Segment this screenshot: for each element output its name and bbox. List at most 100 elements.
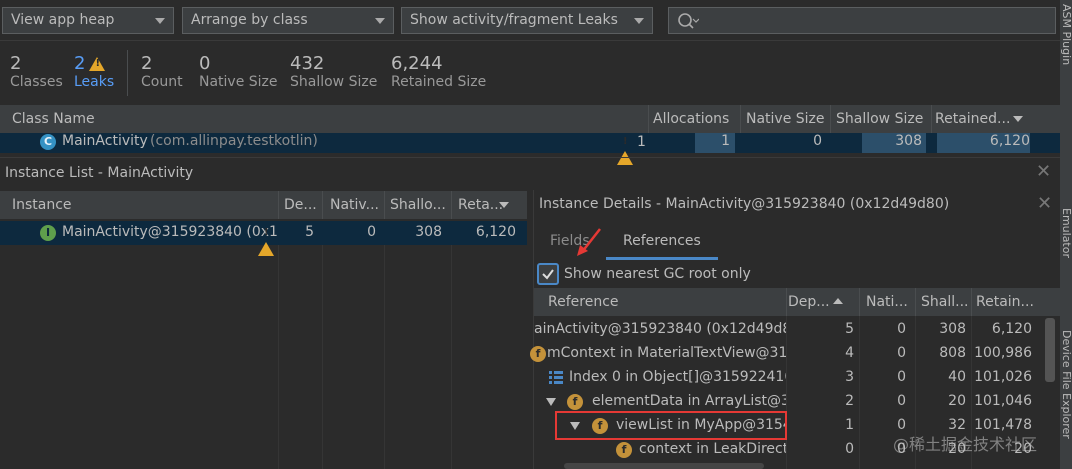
gc-root-label: Show nearest GC root only: [564, 266, 751, 282]
watermark: @稀土掘金技术社区: [893, 435, 1038, 454]
depth-value: 4: [845, 345, 854, 361]
filter-select[interactable]: Show activity/fragment Leaks: [401, 7, 653, 34]
stat-native-size: 0 Native Size: [199, 53, 278, 90]
vertical-scrollbar[interactable]: [1045, 318, 1055, 382]
stat-label: Native Size: [199, 74, 278, 90]
chevron-down-icon: [155, 18, 165, 24]
shallow-value: 20: [948, 393, 966, 409]
instance-table-header: Instance De... Nativ... Shallo... Reta..…: [0, 191, 527, 219]
col-reference[interactable]: Reference: [548, 294, 619, 310]
reference-text: elementData in ArrayList@31: [592, 393, 786, 409]
chevron-down-icon: [375, 18, 385, 24]
emulator-tab[interactable]: Emulator: [1060, 208, 1072, 258]
stat-leaks[interactable]: 2 Leaks: [74, 53, 114, 90]
col-retained[interactable]: Reta...: [458, 197, 503, 213]
depth-value: 3: [845, 369, 854, 385]
reference-text: context in LeakDirecto: [639, 441, 786, 457]
native-value: 0: [897, 369, 906, 385]
arrange-select[interactable]: Arrange by class: [182, 7, 394, 34]
tab-references[interactable]: References: [623, 233, 701, 249]
arrange-select-value: Arrange by class: [191, 12, 308, 28]
search-input[interactable]: [668, 7, 1056, 34]
sort-desc-icon: [1013, 116, 1023, 122]
close-icon[interactable]: ✕: [1037, 193, 1052, 214]
reference-row[interactable]: f mContext in MaterialTextView@315 4 0 8…: [530, 342, 1044, 366]
stat-label: Classes: [10, 74, 63, 90]
native-size-value: 0: [813, 133, 822, 149]
stat-label: Retained Size: [391, 74, 487, 90]
search-icon: [678, 13, 699, 29]
shallow-size-value: 308: [895, 133, 922, 149]
shallow-value: 808: [939, 345, 966, 361]
stat-value: 0: [199, 53, 211, 74]
field-icon: f: [530, 346, 546, 362]
warning-icon: [89, 56, 106, 71]
stat-value: 2: [74, 53, 86, 74]
col-retained-size[interactable]: Retained...: [935, 111, 1010, 127]
warning-icon: [258, 226, 274, 256]
reference-row[interactable]: Index 0 in Object[]@315922416 ( 3 0 40 1…: [534, 366, 1044, 390]
reference-row[interactable]: ainActivity@315923840 (0x12d49d80) 5 0 3…: [534, 318, 1044, 342]
heap-select[interactable]: View app heap: [2, 7, 174, 34]
stat-label: Shallow Size: [290, 74, 378, 90]
stat-retained-size: 6,244 Retained Size: [391, 53, 486, 90]
class-icon: C: [40, 134, 56, 150]
heap-select-value: View app heap: [11, 12, 115, 28]
sort-desc-icon: [499, 202, 509, 208]
gc-root-checkbox[interactable]: [537, 263, 559, 285]
horizontal-scrollbar[interactable]: [564, 463, 764, 469]
retained-size-value: 6,120: [989, 133, 1030, 149]
reference-text: Index 0 in Object[]@315922416 (: [569, 369, 786, 385]
instance-name: MainActivity@315923840 (0x12: [62, 224, 278, 240]
filter-select-value: Show activity/fragment Leaks: [410, 12, 618, 28]
stat-count: 2 Count: [141, 53, 183, 90]
side-tool-strip: ASM Plugin Emulator Device File Explorer: [1060, 0, 1072, 469]
class-table-row[interactable]: C MainActivity (com.allinpay.testkotlin)…: [0, 133, 1060, 165]
highlight-box: [555, 411, 787, 440]
col-class-name[interactable]: Class Name: [12, 111, 95, 127]
instance-details-panel: Instance Details - MainActivity@31592384…: [530, 190, 1061, 469]
expand-triangle-icon[interactable]: [546, 398, 556, 406]
col-allocations[interactable]: Allocations: [653, 111, 729, 127]
allocations-value: 1: [721, 133, 730, 149]
depth-value: 2: [845, 393, 854, 409]
asm-plugin-tab[interactable]: ASM Plugin: [1060, 4, 1072, 65]
warning-icon: [617, 135, 633, 165]
col-depth[interactable]: De...: [284, 197, 317, 213]
retained-value: 101,026: [974, 369, 1032, 385]
col-retained[interactable]: Retain...: [976, 294, 1034, 310]
instance-row[interactable]: I MainActivity@315923840 (0x12 5 0 308 6…: [0, 221, 527, 256]
class-package: (com.allinpay.testkotlin): [150, 133, 318, 149]
stat-value: 2: [10, 53, 22, 74]
stat-value: 2: [141, 53, 153, 74]
col-native[interactable]: Nati...: [866, 294, 908, 310]
native-value: 0: [897, 345, 906, 361]
close-icon[interactable]: ✕: [1036, 161, 1051, 182]
depth-value: 1: [845, 417, 854, 433]
col-shallow[interactable]: Shall...: [921, 294, 968, 310]
device-file-explorer-tab[interactable]: Device File Explorer: [1060, 330, 1072, 439]
stat-label: Leaks: [74, 74, 115, 90]
col-native[interactable]: Nativ...: [330, 197, 379, 213]
instance-icon: I: [40, 225, 56, 241]
shallow-value: 308: [939, 321, 966, 337]
retained-value: 6,120: [991, 321, 1032, 337]
stat-label: Count: [141, 74, 183, 90]
depth-value: 5: [305, 224, 314, 240]
class-table-header: Class Name Allocations Native Size Shall…: [0, 105, 1060, 133]
tab-underline: [606, 257, 718, 260]
retained-value: 100,986: [974, 345, 1032, 361]
shallow-value: 40: [948, 369, 966, 385]
native-value: 0: [897, 321, 906, 337]
col-depth[interactable]: Dep...: [788, 294, 830, 310]
col-native-size[interactable]: Native Size: [746, 111, 825, 127]
stat-classes: 2 Classes: [10, 53, 63, 90]
col-instance[interactable]: Instance: [12, 197, 72, 213]
col-shallow[interactable]: Shallo...: [390, 197, 446, 213]
sort-asc-icon: [833, 298, 843, 304]
leak-count: 1: [637, 134, 646, 150]
depth-value: 0: [845, 441, 854, 457]
col-shallow-size[interactable]: Shallow Size: [836, 111, 923, 127]
class-name: MainActivity: [62, 133, 148, 149]
annotation-arrow-icon: [577, 228, 601, 256]
